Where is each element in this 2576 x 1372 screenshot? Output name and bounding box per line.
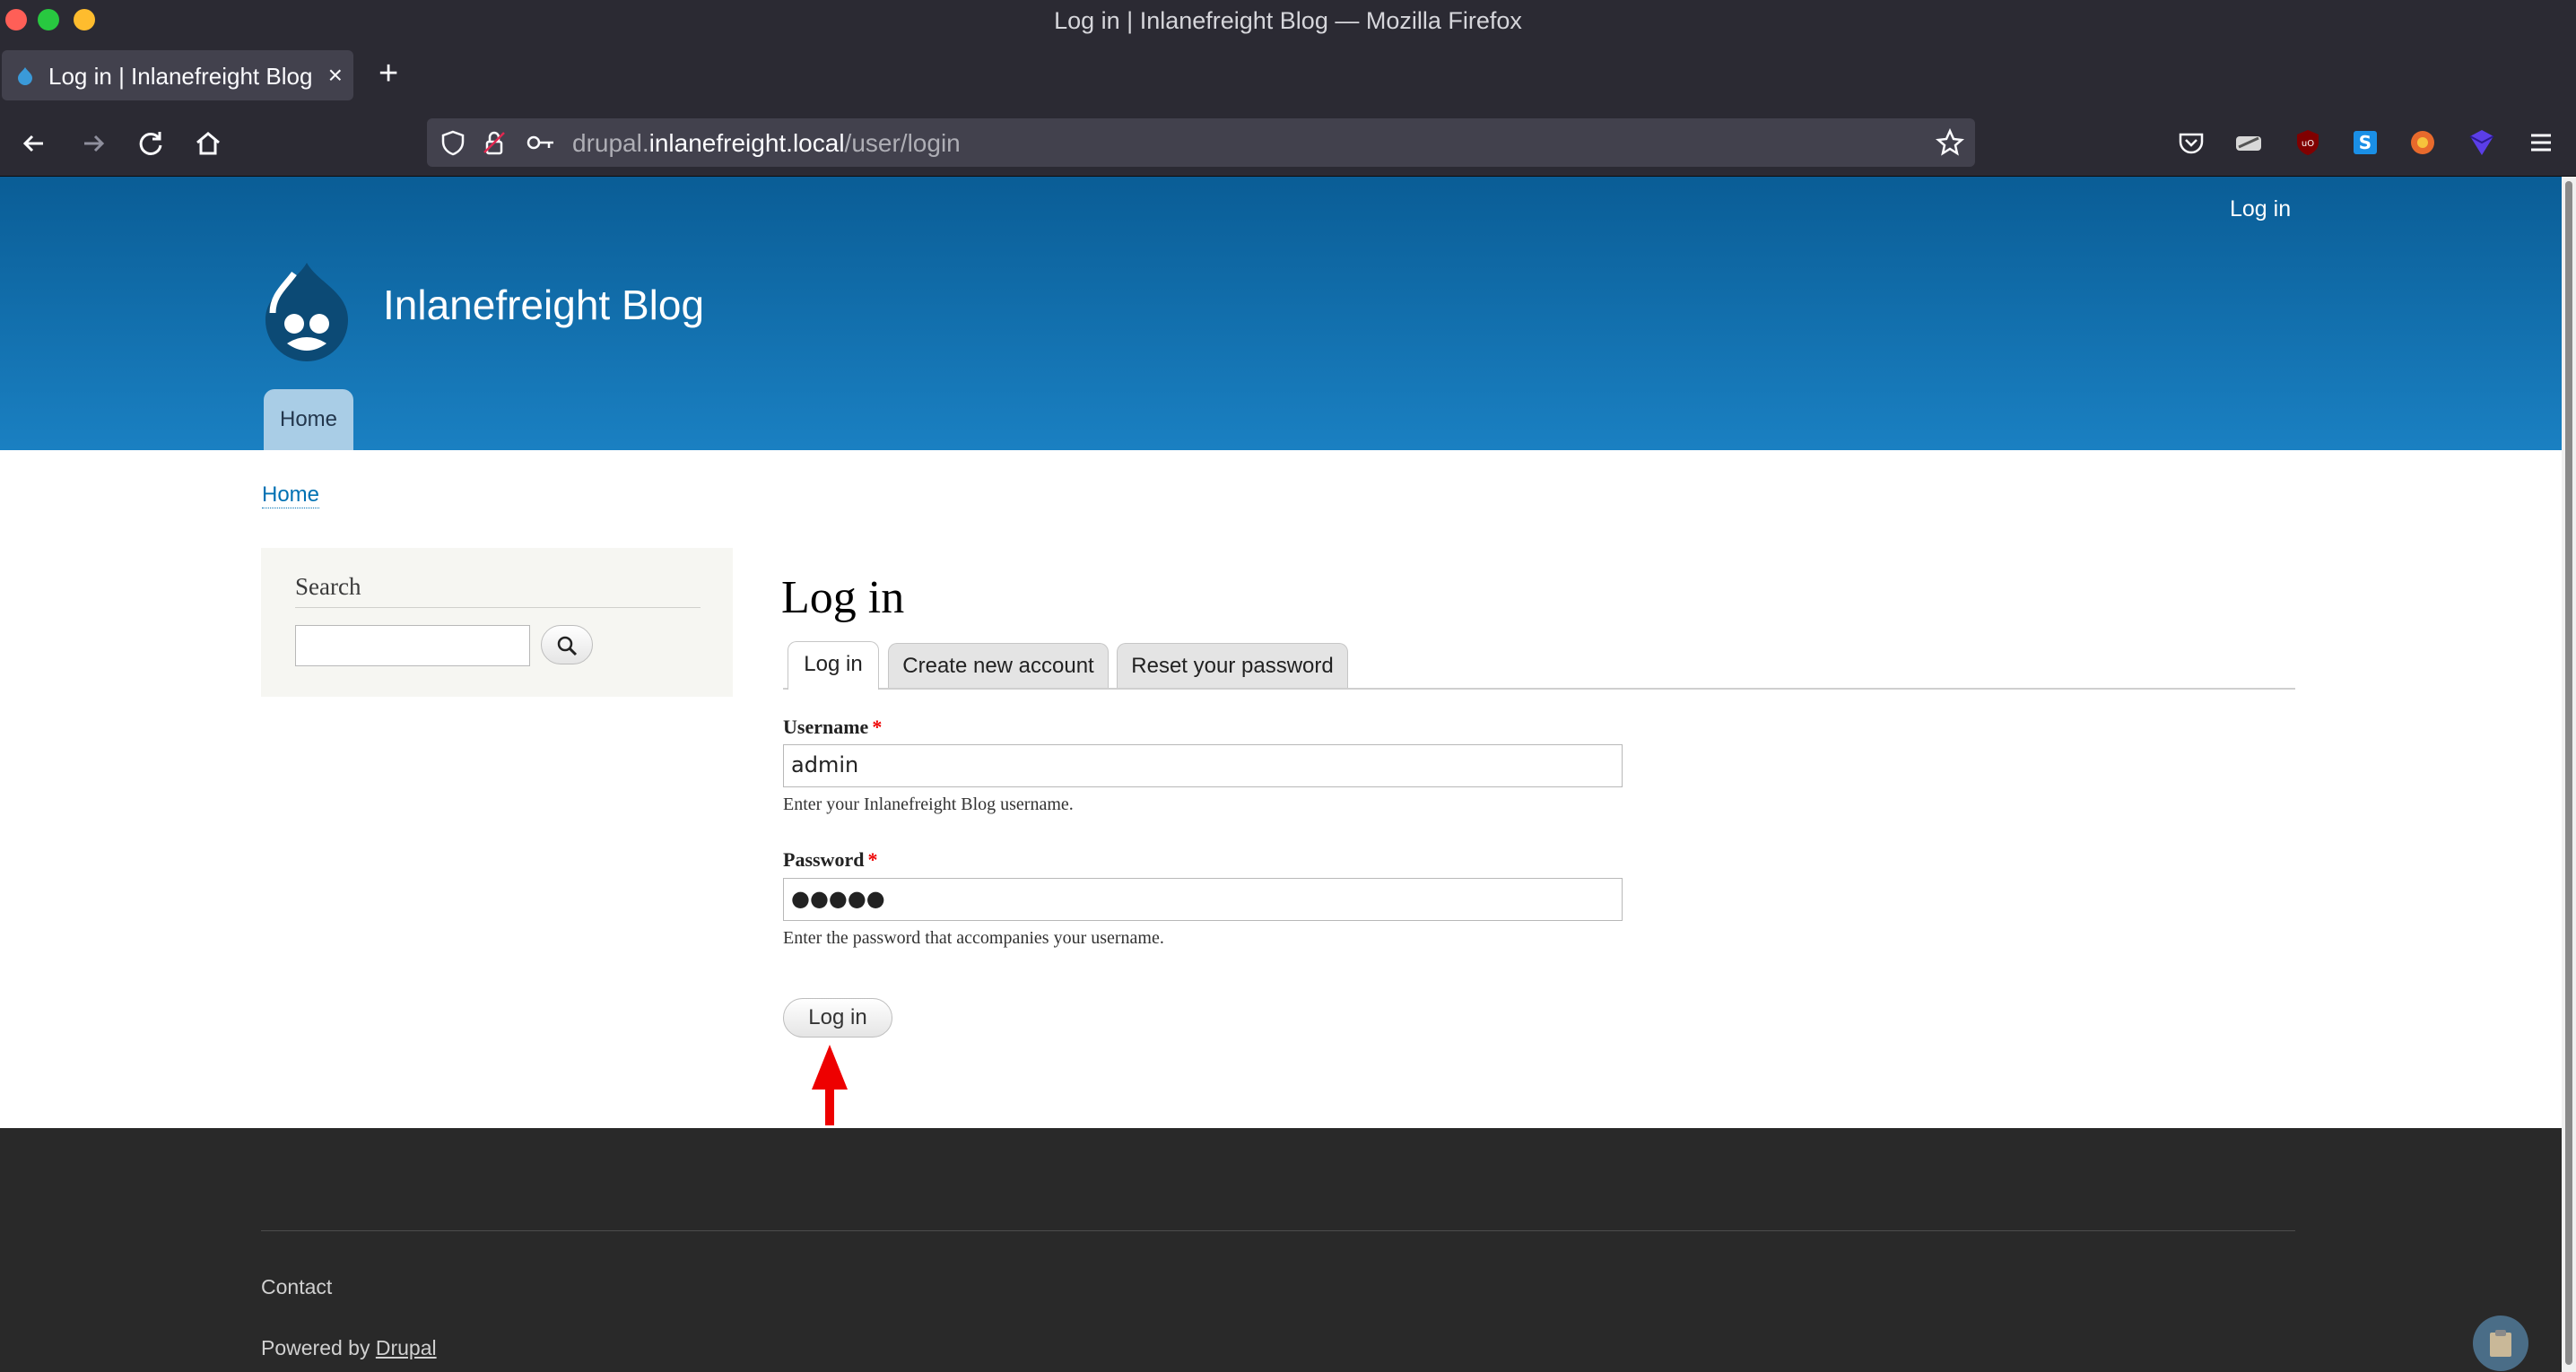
- foxyproxy-icon[interactable]: [2407, 127, 2438, 158]
- new-tab-button[interactable]: +: [379, 56, 398, 91]
- back-arrow-icon[interactable]: [16, 126, 52, 161]
- tab-reset-password[interactable]: Reset your password: [1117, 643, 1348, 688]
- page-title: Log in: [781, 572, 905, 623]
- login-submit-button[interactable]: Log in: [783, 998, 892, 1038]
- window-titlebar: Log in | Inlanefreight Blog — Mozilla Fi…: [0, 0, 2576, 41]
- svg-text:uO: uO: [2302, 139, 2314, 149]
- shield-icon[interactable]: [439, 129, 466, 156]
- extension-glasses-icon[interactable]: [2233, 127, 2264, 158]
- footer-contact-link[interactable]: Contact: [261, 1275, 332, 1299]
- browser-tab[interactable]: Log in | Inlanefreight Blog ×: [2, 50, 353, 100]
- search-input[interactable]: [295, 625, 530, 666]
- url-path: /user/login: [844, 129, 961, 157]
- username-help-text: Enter your Inlanefreight Blog username.: [783, 795, 1074, 814]
- home-icon[interactable]: [190, 126, 226, 161]
- nav-home-tab[interactable]: Home: [264, 389, 353, 450]
- key-icon[interactable]: [526, 131, 556, 154]
- powered-by-text: Powered by: [261, 1336, 370, 1359]
- red-annotation-arrow-icon: [812, 1045, 848, 1125]
- search-button[interactable]: [541, 625, 593, 664]
- extension-cube-icon[interactable]: [2467, 127, 2497, 158]
- tab-log-in[interactable]: Log in: [788, 641, 879, 690]
- url-text[interactable]: drupal.inlanefreight.local/user/login: [572, 129, 961, 158]
- bookmark-star-icon[interactable]: [1936, 128, 1964, 157]
- clipboard-icon: [2490, 1330, 2511, 1357]
- username-label: Username *: [783, 716, 882, 739]
- close-tab-icon[interactable]: ×: [328, 61, 343, 90]
- required-marker: *: [867, 848, 878, 871]
- password-help-text: Enter the password that accompanies your…: [783, 928, 1164, 948]
- tab-strip: Log in | Inlanefreight Blog × +: [0, 41, 2576, 111]
- password-label-text: Password: [783, 848, 865, 871]
- window-title: Log in | Inlanefreight Blog — Mozilla Fi…: [1054, 7, 1522, 34]
- url-domain: inlanefreight.local: [648, 129, 845, 157]
- tab-create-account[interactable]: Create new account: [888, 643, 1109, 688]
- url-bar[interactable]: drupal.inlanefreight.local/user/login: [427, 118, 1975, 167]
- drupal-logo-icon[interactable]: [260, 259, 353, 363]
- search-block: Search: [261, 548, 733, 697]
- header-login-link[interactable]: Log in: [2230, 196, 2291, 222]
- required-marker: *: [872, 716, 883, 738]
- insecure-lock-icon[interactable]: [481, 129, 508, 156]
- web-page: Log in Inlanefreight Blog Home Home Sear…: [0, 177, 2562, 1372]
- browser-tab-title: Log in | Inlanefreight Blog: [48, 63, 313, 90]
- site-footer: Contact Powered by Drupal: [0, 1128, 2562, 1372]
- scrollbar-thumb[interactable]: [2565, 181, 2572, 1365]
- extension-s-icon[interactable]: S: [2350, 127, 2380, 158]
- url-subdomain: drupal.: [572, 129, 649, 157]
- site-name[interactable]: Inlanefreight Blog: [383, 281, 704, 329]
- search-block-title: Search: [295, 573, 361, 600]
- search-block-divider: [295, 607, 701, 608]
- site-header: Log in Inlanefreight Blog Home: [0, 177, 2562, 450]
- drupal-favicon-icon: [18, 67, 32, 85]
- password-label: Password *: [783, 848, 877, 872]
- reload-icon[interactable]: [133, 126, 169, 161]
- username-label-text: Username: [783, 716, 869, 738]
- drupal-link[interactable]: Drupal: [376, 1336, 437, 1359]
- ublock-origin-icon[interactable]: uO: [2293, 127, 2323, 158]
- forward-arrow-icon[interactable]: [75, 126, 111, 161]
- username-field[interactable]: admin: [783, 744, 1623, 787]
- breadcrumb-home-link[interactable]: Home: [262, 482, 320, 508]
- search-icon: [557, 636, 578, 656]
- footer-divider: [261, 1230, 2295, 1231]
- svg-text:S: S: [2359, 132, 2371, 153]
- clipboard-button[interactable]: [2473, 1316, 2528, 1371]
- password-field[interactable]: ●●●●●: [783, 878, 1623, 921]
- pocket-icon[interactable]: [2176, 127, 2206, 158]
- navigation-toolbar: drupal.inlanefreight.local/user/login uO…: [0, 111, 2576, 177]
- powered-by: Powered by Drupal: [261, 1336, 437, 1360]
- hamburger-menu-icon[interactable]: [2526, 127, 2556, 158]
